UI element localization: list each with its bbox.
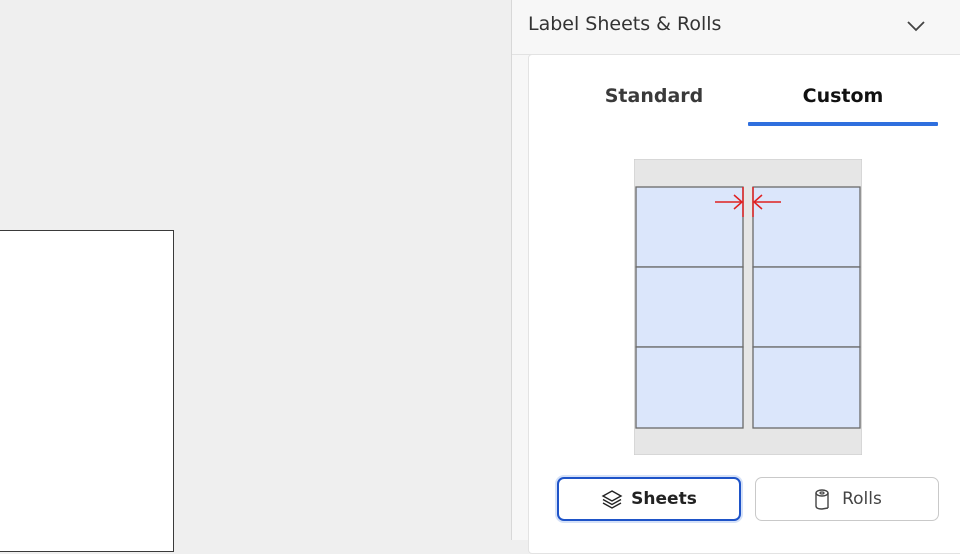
rolls-button[interactable]: Rolls [755,477,939,521]
label-type-card: Standard Custom Sheets Rolls [528,54,960,554]
sheets-button[interactable]: Sheets [557,477,741,521]
document-canvas [0,0,511,552]
roll-icon [815,489,829,510]
label-sheet-preview [634,159,862,455]
panel-title: Label Sheets & Rolls [528,13,722,35]
rolls-button-label: Rolls [842,489,882,509]
document-page[interactable] [0,230,174,552]
chevron-down-icon[interactable] [905,15,927,37]
sheets-button-label: Sheets [631,489,697,509]
stack-icon [601,490,623,509]
tab-standard[interactable]: Standard [559,85,749,125]
tab-selected-indicator [748,122,938,126]
panel-header[interactable]: Label Sheets & Rolls [512,0,960,55]
label-sheets-panel: Label Sheets & Rolls Standard Custom She… [511,0,960,554]
tab-custom[interactable]: Custom [748,85,938,125]
